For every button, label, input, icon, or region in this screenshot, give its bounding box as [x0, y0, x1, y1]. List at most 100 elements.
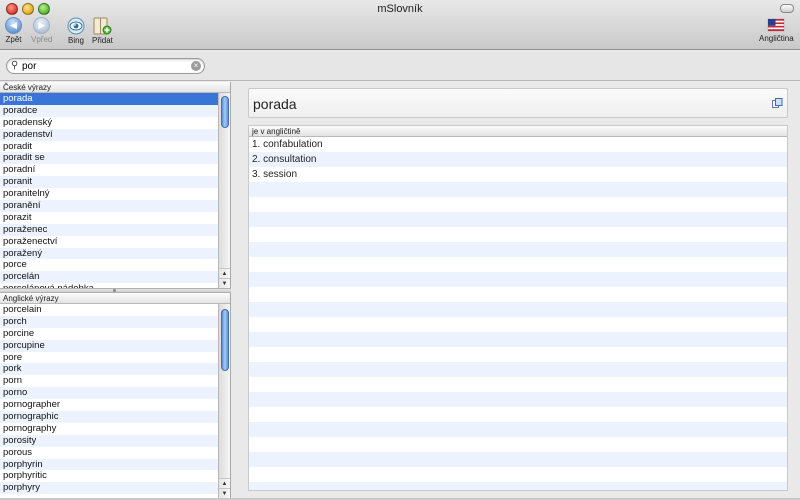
entry-word: porada: [253, 96, 297, 112]
bing-button-label: Bing: [67, 36, 84, 45]
czech-list-item[interactable]: poradit se: [0, 152, 219, 165]
forward-button-label: Vpřed: [31, 35, 53, 44]
english-list-item[interactable]: porch: [0, 315, 219, 328]
english-list-item[interactable]: pornographic: [0, 411, 219, 423]
back-button-label: Zpět: [5, 35, 22, 44]
empty-row: [249, 317, 787, 332]
empty-row: [249, 467, 787, 482]
english-list-scrollbar[interactable]: ▲ ▼: [218, 304, 230, 498]
czech-list-item[interactable]: porcelán: [0, 271, 219, 284]
empty-row: [249, 392, 787, 407]
czech-list-header: České výrazy: [0, 82, 230, 93]
english-list-item[interactable]: porous: [0, 447, 219, 459]
entry-header: porada: [248, 88, 788, 118]
scroll-up-arrow-icon[interactable]: ▲: [219, 268, 230, 278]
translation-panel: je v angličtině 1. confabulation 2. consu…: [248, 125, 788, 491]
czech-list-item[interactable]: porce: [0, 259, 219, 271]
english-expressions-pane: Anglické výrazy porcelain porch porcine por…: [0, 293, 231, 498]
english-list-item[interactable]: porosity: [0, 434, 219, 447]
czech-list-item[interactable]: poranitelný: [0, 188, 219, 200]
empty-row: [249, 197, 787, 212]
translation-item[interactable]: 1. confabulation: [249, 137, 787, 152]
english-list-item[interactable]: porphyrin: [0, 458, 219, 471]
english-expressions-list: porcelain porch porcine porcupine pore pork po…: [0, 304, 219, 495]
back-button[interactable]: ◀ Zpět: [5, 17, 22, 44]
czech-list-scrollbar[interactable]: ▲ ▼: [218, 93, 230, 288]
english-scroll-thumb[interactable]: [221, 309, 229, 371]
czech-list-item[interactable]: poradit: [0, 141, 219, 153]
czech-list-item[interactable]: porazit: [0, 212, 219, 224]
english-list-item[interactable]: pornographer: [0, 399, 219, 411]
search-bar: ⚲ ×: [0, 51, 800, 81]
empty-row: [249, 452, 787, 467]
english-list-item[interactable]: porcelain: [0, 304, 219, 316]
czech-expressions-pane: České výrazy porada poradce poradenský pora…: [0, 82, 231, 288]
empty-row: [249, 242, 787, 257]
scroll-down-arrow-icon[interactable]: ▼: [219, 488, 230, 498]
english-list-item[interactable]: porcupine: [0, 339, 219, 352]
window-title: mSlovník: [377, 3, 423, 15]
title-bar: mSlovník ◀ Zpět ▶ Vpřed Bing Přidat Angl…: [0, 0, 800, 50]
empty-row: [249, 437, 787, 452]
empty-row: [249, 302, 787, 317]
czech-list-item[interactable]: poraženec: [0, 223, 219, 236]
english-list-item[interactable]: porno: [0, 387, 219, 400]
us-flag-icon: [768, 18, 785, 32]
czech-scroll-thumb[interactable]: [221, 96, 229, 128]
english-list-header: Anglické výrazy: [0, 293, 230, 304]
forward-arrow-icon: ▶: [33, 17, 51, 34]
english-list-item[interactable]: pork: [0, 363, 219, 376]
czech-list-item[interactable]: poranění: [0, 200, 219, 212]
language-button[interactable]: Angličtina: [759, 17, 794, 43]
add-button[interactable]: Přidat: [92, 17, 113, 45]
empty-row: [249, 362, 787, 377]
bing-eye-icon: [67, 17, 85, 35]
english-list-item[interactable]: porphyry: [0, 482, 219, 495]
empty-row: [249, 227, 787, 242]
search-field[interactable]: ⚲ ×: [6, 58, 205, 74]
language-button-label: Angličtina: [759, 34, 794, 43]
copy-icon[interactable]: [772, 98, 783, 108]
search-input[interactable]: [22, 60, 192, 72]
czech-list-item[interactable]: poraženectví: [0, 236, 219, 248]
english-list-item[interactable]: pornography: [0, 423, 219, 435]
czech-list-item[interactable]: poradenství: [0, 128, 219, 141]
translation-item[interactable]: 2. consultation: [249, 152, 787, 167]
empty-row: [249, 287, 787, 302]
scroll-down-arrow-icon[interactable]: ▼: [219, 278, 230, 288]
czech-list-item[interactable]: poradenský: [0, 117, 219, 129]
czech-expressions-list: porada poradce poradenský poradenství poradi…: [0, 93, 219, 288]
empty-row: [249, 377, 787, 392]
empty-row: [249, 422, 787, 437]
translation-item[interactable]: 3. session: [249, 167, 787, 182]
search-icon: ⚲: [11, 60, 19, 71]
english-list-item[interactable]: porcine: [0, 328, 219, 340]
splitter-grip-icon: [113, 289, 116, 292]
bing-button[interactable]: Bing: [66, 17, 86, 45]
czech-list-item[interactable]: poradní: [0, 164, 219, 176]
czech-list-item[interactable]: poražený: [0, 247, 219, 260]
empty-row: [249, 332, 787, 347]
empty-row: [249, 257, 787, 272]
czech-list-item[interactable]: porada: [0, 93, 219, 105]
empty-row: [249, 407, 787, 422]
toolbar-toggle-button[interactable]: [780, 4, 794, 13]
empty-row: [249, 347, 787, 362]
empty-row: [249, 212, 787, 227]
czech-list-item[interactable]: poradce: [0, 104, 219, 117]
add-button-label: Přidat: [92, 36, 113, 45]
scroll-up-arrow-icon[interactable]: ▲: [219, 478, 230, 488]
translation-section-header: je v angličtině: [249, 126, 787, 137]
english-list-item[interactable]: porn: [0, 375, 219, 387]
app-window: mSlovník ◀ Zpět ▶ Vpřed Bing Přidat Angl…: [0, 0, 800, 500]
forward-button[interactable]: ▶ Vpřed: [31, 17, 52, 44]
empty-row: [249, 182, 787, 197]
add-book-icon: [93, 17, 112, 35]
czech-list-item[interactable]: poranit: [0, 176, 219, 189]
english-list-item[interactable]: pore: [0, 352, 219, 364]
clear-search-icon[interactable]: ×: [191, 61, 201, 71]
back-arrow-icon: ◀: [5, 17, 22, 34]
english-list-item[interactable]: porphyritic: [0, 470, 219, 482]
empty-row: [249, 482, 787, 490]
translation-list: 1. confabulation 2. consultation 3. sessio…: [249, 137, 787, 490]
